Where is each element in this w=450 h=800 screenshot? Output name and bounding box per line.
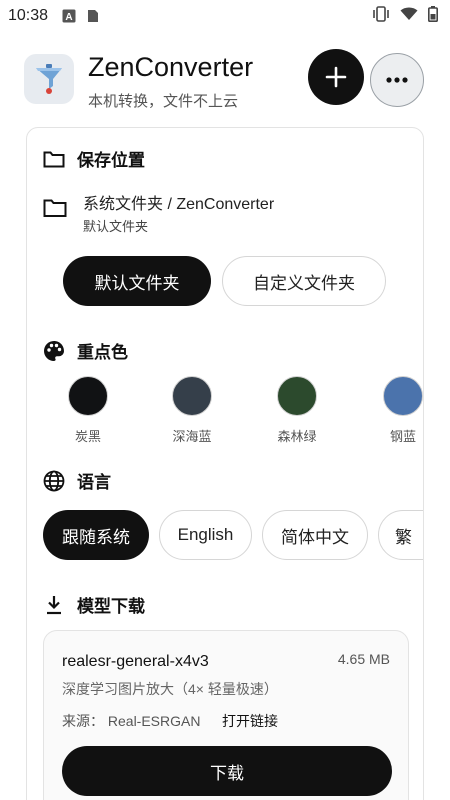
- swatch-circle: [277, 376, 317, 416]
- model-name: realesr-general-x4v3: [62, 653, 209, 670]
- status-time: 10:38: [8, 7, 49, 24]
- swatch-circle: [172, 376, 212, 416]
- swatch-label: 深海蓝: [172, 429, 212, 444]
- accent-heading: 重点色: [43, 338, 128, 363]
- swatch-forest-green[interactable]: 森林绿: [257, 376, 337, 445]
- accent-title: 重点色: [77, 343, 128, 362]
- model-description: 深度学习图片放大（4× 轻量极速）: [62, 681, 278, 697]
- download-icon: [43, 594, 65, 616]
- swatch-circle: [68, 376, 108, 416]
- swatch-label: 炭黑: [74, 429, 101, 444]
- save-path-subtitle: 默认文件夹: [83, 219, 149, 234]
- settings-card: 保存位置 系统文件夹 / ZenConverter 默认文件夹 默认文件夹 自定…: [26, 127, 424, 800]
- plus-icon: [325, 66, 347, 88]
- app-logo-icon: [24, 54, 74, 104]
- app-subtitle: 本机转换，文件不上云: [88, 93, 239, 110]
- file-icon: [86, 9, 100, 23]
- model-size: 4.65 MB: [337, 651, 390, 667]
- open-link[interactable]: 打开链接: [222, 711, 278, 731]
- globe-icon: [43, 470, 65, 492]
- language-option-simplified-chinese[interactable]: 简体中文: [262, 510, 368, 560]
- swatch-steel-blue[interactable]: 钢蓝: [363, 376, 423, 445]
- more-button[interactable]: [370, 53, 424, 107]
- app-header: ZenConverter 本机转换，文件不上云: [24, 49, 426, 112]
- language-option-traditional-chinese[interactable]: 繁: [378, 510, 423, 560]
- language-option-system[interactable]: 跟随系统: [43, 510, 149, 560]
- wifi-icon: [400, 7, 418, 26]
- more-horizontal-icon: [386, 77, 408, 83]
- language-option-english[interactable]: English: [159, 510, 252, 560]
- download-button[interactable]: 下载: [62, 746, 392, 796]
- language-heading: 语言: [43, 468, 111, 493]
- svg-text:A: A: [65, 12, 72, 23]
- save-location-heading: 保存位置: [43, 146, 145, 171]
- swatch-label: 森林绿: [277, 429, 317, 444]
- model-card: realesr-general-x4v3 4.65 MB 深度学习图片放大（4×…: [43, 630, 409, 800]
- swatch-label: 钢蓝: [389, 429, 416, 444]
- folder-icon: [43, 148, 65, 170]
- swatch-deep-sea-blue[interactable]: 深海蓝: [152, 376, 232, 445]
- default-folder-button[interactable]: 默认文件夹: [63, 256, 211, 306]
- status-bar: 10:38 A: [0, 0, 450, 32]
- model-download-title: 模型下载: [77, 597, 145, 616]
- swatch-charcoal[interactable]: 炭黑: [48, 376, 128, 445]
- language-title: 语言: [77, 473, 111, 492]
- battery-icon: [428, 5, 438, 27]
- model-download-heading: 模型下载: [43, 592, 145, 617]
- folder-icon: [43, 198, 69, 220]
- accent-swatches: 炭黑 深海蓝 森林绿 钢蓝: [27, 376, 423, 448]
- custom-folder-button[interactable]: 自定义文件夹: [222, 256, 386, 306]
- palette-icon: [43, 340, 65, 362]
- app-title: ZenConverter: [88, 52, 254, 82]
- add-button[interactable]: [308, 49, 364, 105]
- save-path-row[interactable]: 系统文件夹 / ZenConverter 默认文件夹: [43, 190, 403, 234]
- save-path: 系统文件夹 / ZenConverter: [83, 196, 275, 213]
- a-badge-icon: A: [62, 9, 76, 23]
- vibrate-icon: [372, 5, 390, 27]
- swatch-circle: [383, 376, 423, 416]
- save-location-title: 保存位置: [77, 151, 145, 170]
- model-source: 来源： Real-ESRGAN: [62, 713, 201, 729]
